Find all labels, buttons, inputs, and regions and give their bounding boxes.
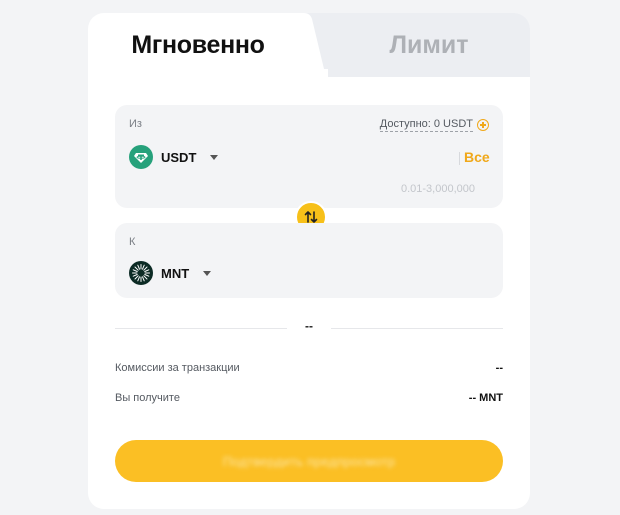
from-label: Из xyxy=(129,118,142,130)
to-label: К xyxy=(129,236,136,248)
to-panel: К MNT xyxy=(115,223,503,298)
receive-row: Вы получите -- MNT xyxy=(115,390,503,406)
fees-row: Комиссии за транзакции -- xyxy=(115,360,503,376)
from-token-selector[interactable]: USDT xyxy=(129,145,219,169)
to-token-selector[interactable]: MNT xyxy=(129,261,212,285)
available-balance: Доступно: 0 USDT xyxy=(379,118,489,132)
tab-limit[interactable]: Лимит xyxy=(328,13,530,77)
chevron-down-icon xyxy=(203,270,212,276)
order-type-tabs: Мгновенно Лимит xyxy=(88,13,530,77)
confirm-button-label: Подтвердить предпросмотр xyxy=(222,453,396,469)
available-balance-text: Доступно: 0 USDT xyxy=(379,118,473,132)
swap-card: Мгновенно Лимит Из Доступно: 0 USDT USDT… xyxy=(88,13,530,509)
amount-range-hint: 0.01-3,000,000 xyxy=(400,183,475,195)
add-funds-icon[interactable] xyxy=(477,119,489,131)
receive-value: -- MNT xyxy=(468,392,503,404)
confirm-preview-button[interactable]: Подтвердить предпросмотр xyxy=(115,440,503,482)
amount-separator xyxy=(459,152,460,165)
max-amount-button[interactable]: Все xyxy=(464,149,490,165)
tether-icon xyxy=(129,145,153,169)
to-token-name: MNT xyxy=(161,265,190,281)
receive-label: Вы получите xyxy=(115,392,180,404)
from-panel: Из Доступно: 0 USDT USDT Все 0.01-3,000,… xyxy=(115,105,503,208)
from-amount-input[interactable] xyxy=(285,145,455,171)
fees-label: Комиссии за транзакции xyxy=(115,362,240,374)
mantle-icon xyxy=(129,261,153,285)
chevron-down-icon xyxy=(210,154,219,160)
exchange-rate: -- xyxy=(305,319,313,333)
tab-instant[interactable]: Мгновенно xyxy=(88,13,308,77)
rate-divider: -- xyxy=(115,319,503,337)
fees-value: -- xyxy=(495,362,503,374)
from-token-name: USDT xyxy=(161,149,197,165)
